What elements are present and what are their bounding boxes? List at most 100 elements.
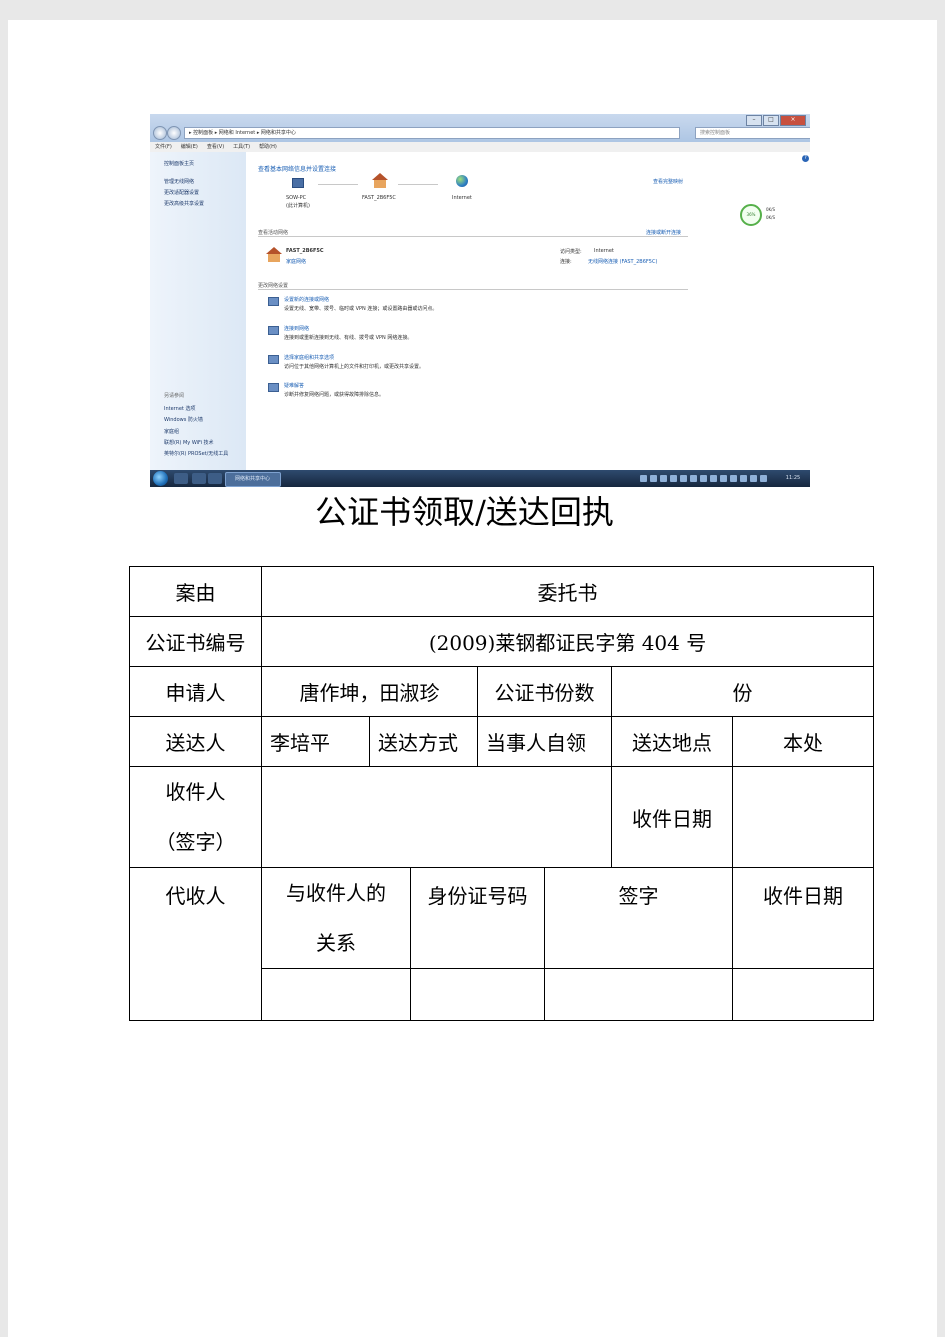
tray-icon[interactable] [690,475,697,482]
proxy-date-label: 收件日期 [731,867,875,969]
sidebar-item-home[interactable]: 控制面板主页 [164,160,194,167]
sidebar-item-mywifi[interactable]: 联想(R) My WiFi 技术 [164,439,214,446]
tray-icon[interactable] [670,475,677,482]
menu-file[interactable]: 文件(F) [155,142,172,152]
receipt-table: 案由 委托书 公证书编号 (2009)莱钢都证民字第 404 号 申请人 唐作坤… [129,566,875,1021]
method-label: 送达方式 [369,716,478,767]
menu-view[interactable]: 查看(V) [207,142,224,152]
method-value: 当事人自领 [477,716,612,767]
minimize-icon[interactable]: – [746,115,762,126]
tray-icon[interactable] [720,475,727,482]
map-connector [318,184,358,185]
connect-network-icon [268,326,279,335]
recipient-date-label: 收件日期 [611,766,733,868]
section-divider [258,236,688,237]
computer-icon [292,178,304,188]
relation-field[interactable] [261,968,411,1021]
sidebar-item-adapter[interactable]: 更改适配器设置 [164,189,199,196]
tray-icon[interactable] [750,475,757,482]
connection-value-link[interactable]: 无线网络连接 (FAST_2B6F5C) [588,258,657,265]
recipient-label-line1: 收件人 [165,780,226,804]
recipient-date-field[interactable] [731,766,875,868]
id-number-field[interactable] [410,968,545,1021]
tray-icon[interactable] [660,475,667,482]
forward-button[interactable] [167,126,181,140]
case-label: 案由 [129,566,262,617]
recipient-label: 收件人 （签字） [129,766,262,868]
proxy-sign-field[interactable] [544,968,733,1021]
tray-icon[interactable] [680,475,687,482]
cert-no-value: (2009)莱钢都证民字第 404 号 [260,616,875,667]
download-speed: 0K/S [766,215,776,220]
sidebar-item-internet-options[interactable]: Internet 选项 [164,405,195,412]
sidebar-item-proset[interactable]: 英特尔(R) PROSet/无线工具 [164,450,228,457]
network-type-link[interactable]: 家庭网络 [286,258,306,265]
tray-icon[interactable] [650,475,657,482]
relation-label-line1: 与收件人的 [286,881,386,905]
access-type-value: Internet [594,248,614,254]
case-value: 委托书 [260,566,875,617]
map-connector [398,184,438,185]
tray-icon[interactable] [710,475,717,482]
page-heading: 查看基本网络信息并设置连接 [258,166,337,173]
explorer-taskbar-icon[interactable] [174,473,188,484]
recipient-signature-field[interactable] [261,766,612,868]
copies-value: 份 [610,666,875,717]
internet-globe-icon [456,175,468,187]
node-pc-label: SOW-PC [286,195,307,201]
router-roof-icon [372,173,388,180]
home-network-roof-icon [266,247,282,254]
tray-icon[interactable] [740,475,747,482]
media-taskbar-icon[interactable] [192,473,206,484]
app-taskbar-icon[interactable] [208,473,222,484]
close-icon[interactable]: × [780,115,806,126]
sidebar-item-firewall[interactable]: Windows 防火墙 [164,416,203,423]
task-new-connection[interactable]: 设置新的连接或网络 [284,296,329,303]
tray-icon[interactable] [760,475,767,482]
router-icon [374,180,386,188]
proxy-date-field[interactable] [731,968,875,1021]
window-controls: – □ × [745,115,806,126]
relation-label-line2: 关系 [316,931,356,955]
task-connect-network[interactable]: 连接到网络 [284,325,309,332]
main-content: 查看基本网络信息并设置连接 查看完整映射 SOW-PC (此计算机) FAST_… [246,152,810,470]
connection-label: 连接: [560,259,572,265]
search-input[interactable]: 搜索控制面板 [695,127,810,139]
menu-help[interactable]: 帮助(H) [259,142,277,152]
address-bar[interactable]: ▸ 控制面板 ▸ 网络和 Internet ▸ 网络和共享中心 [184,127,680,139]
upload-speed: 0K/S [766,207,776,212]
network-name: FAST_2B6F5C [286,248,324,254]
task-troubleshoot-desc: 诊断并修复网络问题，或获得故障排除信息。 [284,392,385,398]
change-settings-label: 更改网络设置 [258,283,289,289]
document-title: 公证书领取/送达回执 [315,493,614,531]
back-button[interactable] [153,126,167,140]
place-label: 送达地点 [611,716,733,767]
task-connect-network-desc: 连接到或重新连接到无线、有线、拨号或 VPN 网络连接。 [284,335,413,341]
new-connection-icon [268,297,279,306]
sidebar-item-sharing[interactable]: 更改高级共享设置 [164,200,204,207]
task-troubleshoot[interactable]: 疑难解答 [284,382,304,389]
menu-tools[interactable]: 工具(T) [233,142,250,152]
sidebar-item-wireless[interactable]: 管理无线网络 [164,178,194,185]
task-homegroup-desc: 访问位于其他网络计算机上的文件和打印机，或更改共享设置。 [284,364,425,370]
maximize-icon[interactable]: □ [763,115,779,126]
sidebar-item-homegroup[interactable]: 家庭组 [164,428,179,435]
applicant-label: 申请人 [129,666,262,717]
view-full-map-link[interactable]: 查看完整映射 [653,178,683,185]
id-number-label: 身份证号码 [410,867,545,969]
tray-icon[interactable] [700,475,707,482]
connect-disconnect-link[interactable]: 连接或断开连接 [646,229,681,236]
tray-icon[interactable] [640,475,647,482]
active-networks-label: 查看活动网络 [258,230,289,236]
node-pc-sub-label: (此计算机) [286,203,310,209]
help-icon[interactable]: ? [802,155,809,162]
copies-label: 公证书份数 [477,666,612,717]
tray-icon[interactable] [730,475,737,482]
task-new-connection-desc: 设置无线、宽带、拨号、临时或 VPN 连接；或设置路由器或访问点。 [284,306,438,312]
relation-label: 与收件人的 关系 [261,867,411,969]
homegroup-icon [268,355,279,364]
sidebar: 控制面板主页 管理无线网络 更改适配器设置 更改高级共享设置 另请参阅 Inte… [150,152,246,470]
task-homegroup[interactable]: 选择家庭组和共享选项 [284,354,334,361]
recipient-label-line2: （签字） [155,830,236,854]
menu-edit[interactable]: 编辑(E) [181,142,198,152]
